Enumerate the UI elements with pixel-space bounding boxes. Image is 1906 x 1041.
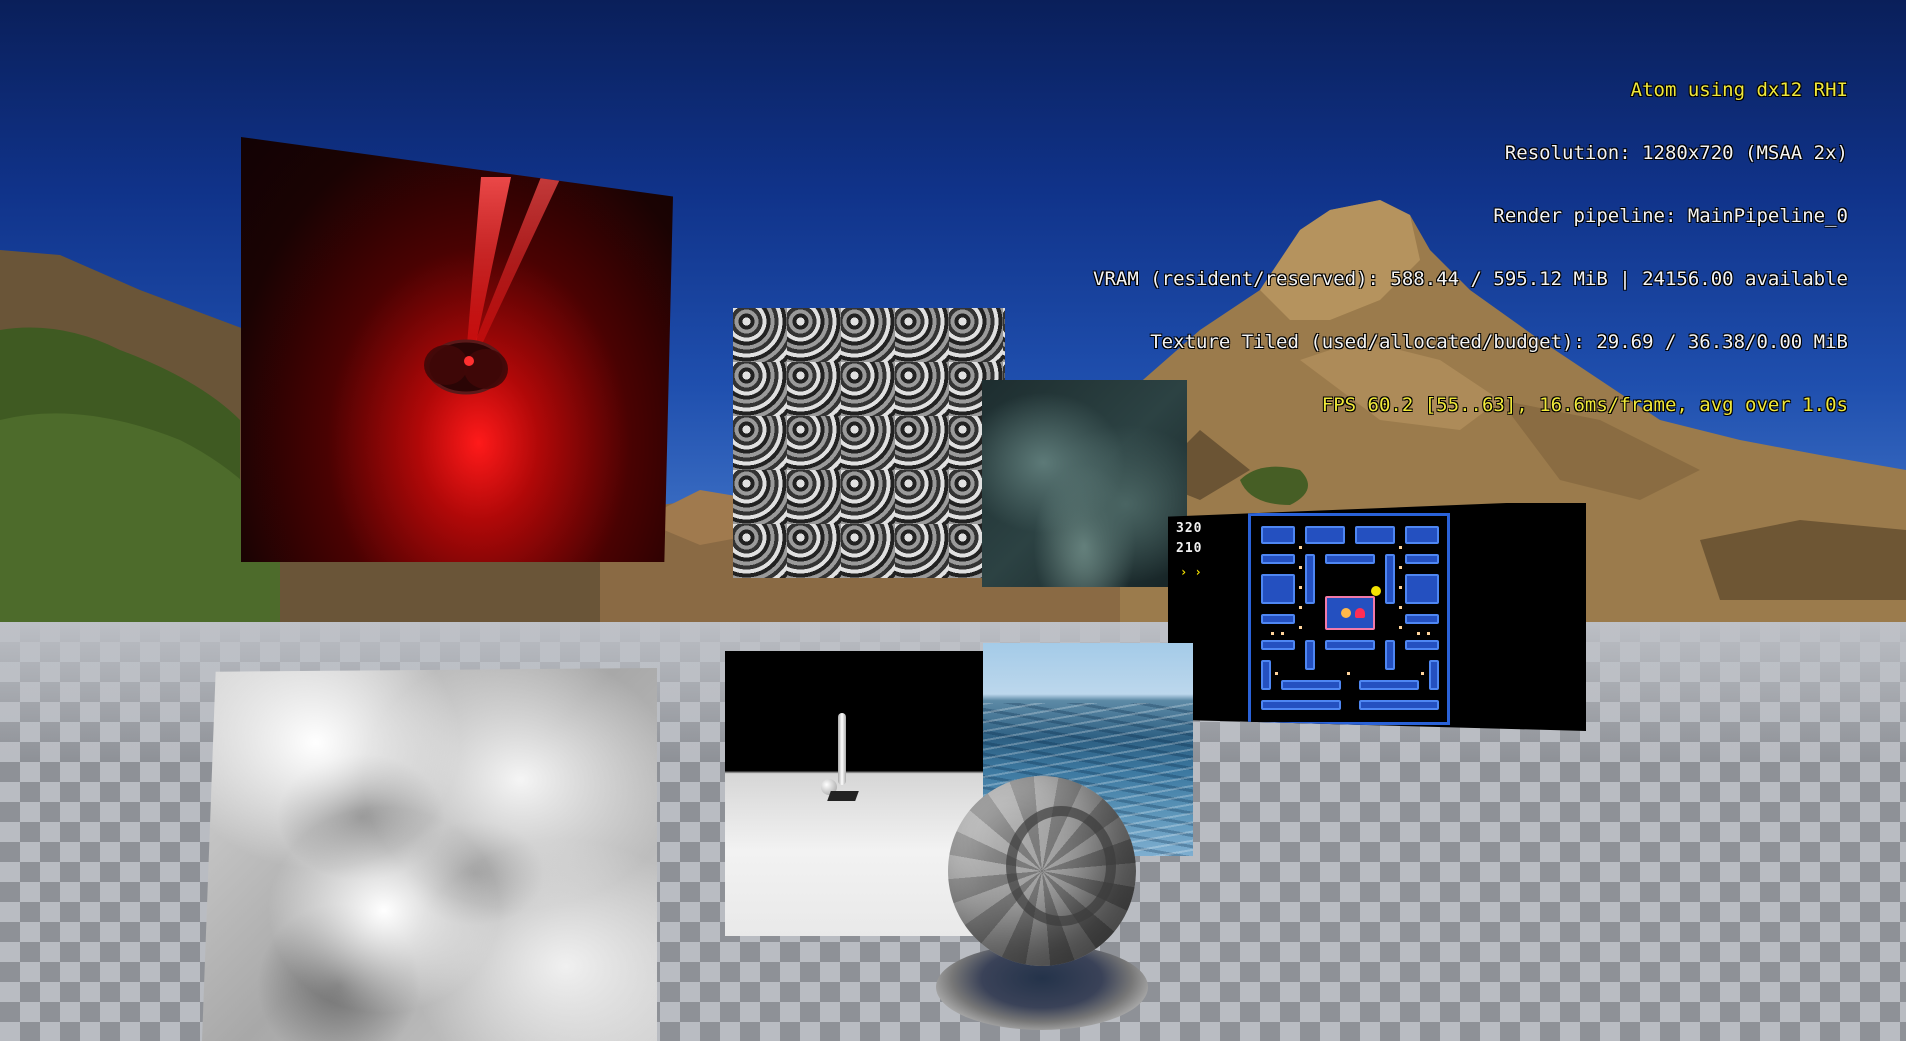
- pacman-score-2: 210: [1176, 541, 1203, 556]
- debug-hud: Atom using dx12 RHI Resolution: 1280x720…: [1093, 38, 1848, 458]
- shader-ball-cutout: [1006, 806, 1116, 926]
- rings-panel: [733, 308, 1005, 578]
- hud-texture: Texture Tiled (used/allocated/budget): 2…: [1150, 331, 1848, 353]
- clouds-panel: [202, 668, 657, 1041]
- shadow-pole: [838, 713, 846, 785]
- hud-pipeline: Render pipeline: MainPipeline_0: [1493, 205, 1848, 227]
- shader-ball: [948, 776, 1136, 966]
- laser-panel: [241, 137, 673, 562]
- shadow-cast: [827, 791, 859, 801]
- hud-resolution: Resolution: 1280x720 (MSAA 2x): [1504, 142, 1848, 164]
- laser-beam: [424, 177, 561, 395]
- hud-fps: FPS 60.2 [55..63], 16.6ms/frame, avg ove…: [1321, 394, 1848, 416]
- hud-rhi: Atom using dx12 RHI: [1630, 79, 1848, 101]
- game-viewport[interactable]: 320 210 › › Atom using dx12 RHI Resoluti…: [0, 0, 1906, 1041]
- pacman-panel: 320 210 › ›: [1168, 503, 1586, 731]
- pacman-lives-icon: › ›: [1180, 565, 1202, 579]
- pacman-maze: [1248, 513, 1450, 725]
- hud-vram: VRAM (resident/reserved): 588.44 / 595.1…: [1093, 268, 1848, 290]
- pacman-score-1: 320: [1176, 521, 1203, 536]
